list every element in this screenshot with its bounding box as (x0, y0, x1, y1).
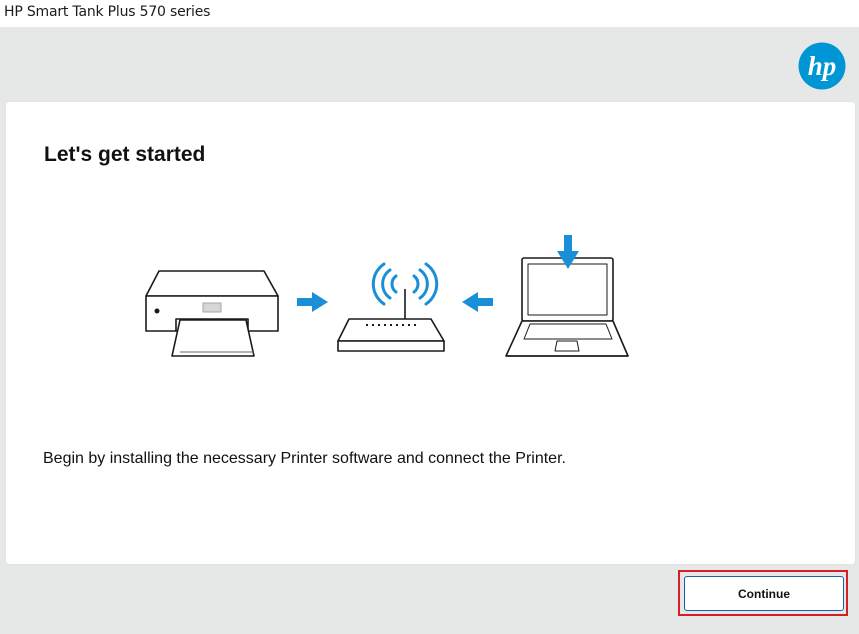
hp-logo-text: hp (808, 51, 837, 81)
window-title: HP Smart Tank Plus 570 series (4, 4, 211, 20)
setup-illustration (136, 230, 636, 360)
continue-button[interactable]: Continue (684, 576, 844, 611)
instructions-text: Begin by installing the necessary Printe… (43, 450, 566, 467)
hp-logo-icon: hp (798, 42, 846, 90)
page-title: Let's get started (44, 143, 206, 166)
wifi-router-icon (337, 262, 445, 352)
arrow-left-icon (462, 292, 493, 312)
title-bar: HP Smart Tank Plus 570 series (0, 0, 859, 27)
printer-icon (145, 270, 279, 357)
arrow-right-icon (297, 292, 328, 312)
main-card: Let's get started Begin by installing th… (6, 102, 855, 564)
laptop-icon (505, 257, 629, 357)
